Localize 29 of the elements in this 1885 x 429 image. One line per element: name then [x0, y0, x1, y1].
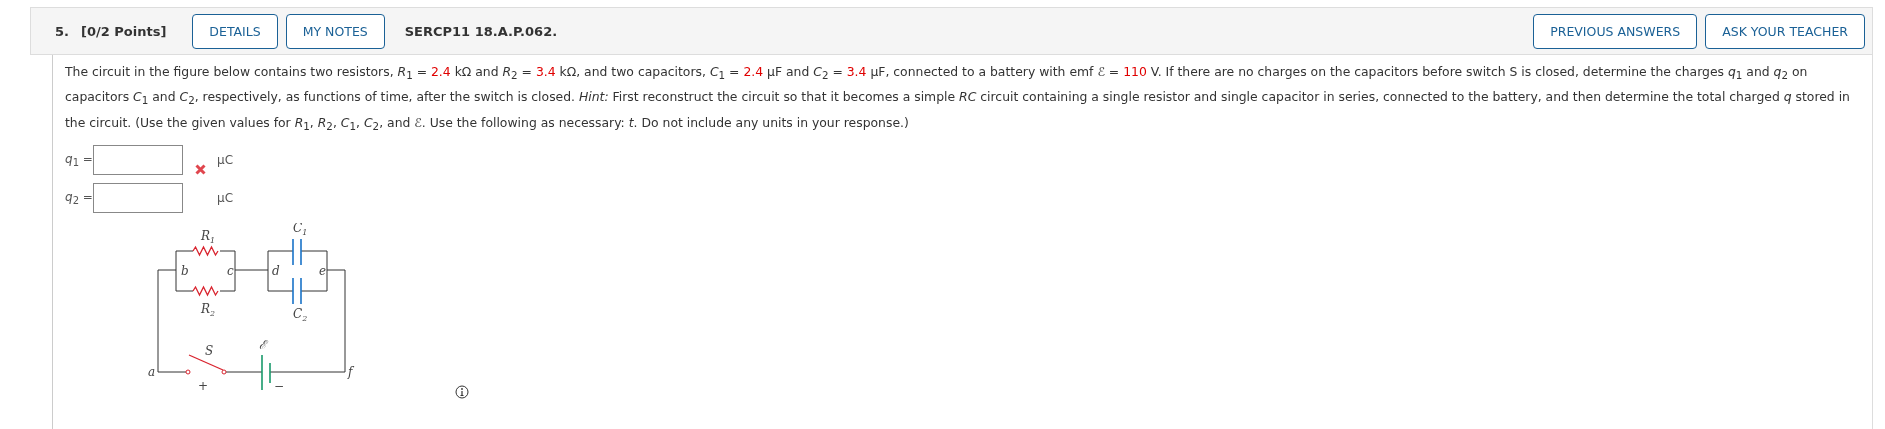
circuit-label: d	[272, 264, 280, 279]
unit-label: μC	[217, 153, 233, 168]
answer-label: q$_{2}$ =	[65, 190, 93, 207]
circuit-label: b	[181, 264, 189, 279]
answer-label: q$_{1}$ =	[65, 152, 93, 169]
circuit-label: a	[148, 365, 156, 380]
question-text: The circuit in the figure below contains two resistors, R$_{1}$ = 2.4 kΩ and R$_{2}$ = 3.4 kΩ, and two capacitors, C$_{1}$ = 2.4 μF and C$_{2}$ = 3.4 μF, connected to a battery with emf ℰ = 110 V. If there are no charges on the capacitors before switch S is closed, determine the charges q$_{1}$ and q$_{2}$ on capacitors C$_{1}$ and C$_{2}$, respectively, as functions of time, after the switch is closed. Hint: First reconstruct the circuit so that it becomes a simple RC circuit containing a single resistor and single capacitor in series, connected to the battery, and then determine the total charged q stored in the circuit. (Use the given values for R$_{1}$, R$_{2}$, C$_{1}$, C$_{2}$, and ℰ. Use the following as necessary: t. Do not include any units in your response.)	[65, 63, 1851, 135]
details-button[interactable]: DETAILS	[192, 13, 278, 49]
ask-teacher-button[interactable]: ASK YOUR TEACHER	[1705, 13, 1865, 49]
unit-label: μC	[217, 191, 233, 206]
circuit-label: f	[348, 365, 353, 380]
question-number: 5.	[55, 23, 69, 39]
circuit-label: +	[198, 379, 209, 394]
circuit-label: ℰ	[259, 338, 266, 353]
circuit-label: C$_{1}$	[293, 223, 308, 238]
answer-field[interactable]	[93, 145, 183, 176]
answer-field[interactable]	[93, 183, 183, 214]
question-code: SERCP11 18.A.P.062.	[404, 23, 559, 39]
circuit-label: S	[205, 344, 214, 359]
circuit-label: C$_{2}$	[293, 307, 308, 324]
circuit-label: −	[274, 379, 285, 394]
circuit-label: R$_{1}$	[201, 229, 216, 246]
info-icon[interactable]	[455, 385, 469, 399]
notes-button[interactable]: MY NOTES	[285, 13, 385, 49]
points-label: [0/2 Points]	[81, 23, 167, 39]
circuit-label: c	[227, 264, 234, 279]
circuit-label: R$_{2}$	[201, 302, 216, 319]
circuit-label: e	[319, 264, 327, 279]
previous-answers-button[interactable]: PREVIOUS ANSWERS	[1533, 13, 1698, 49]
